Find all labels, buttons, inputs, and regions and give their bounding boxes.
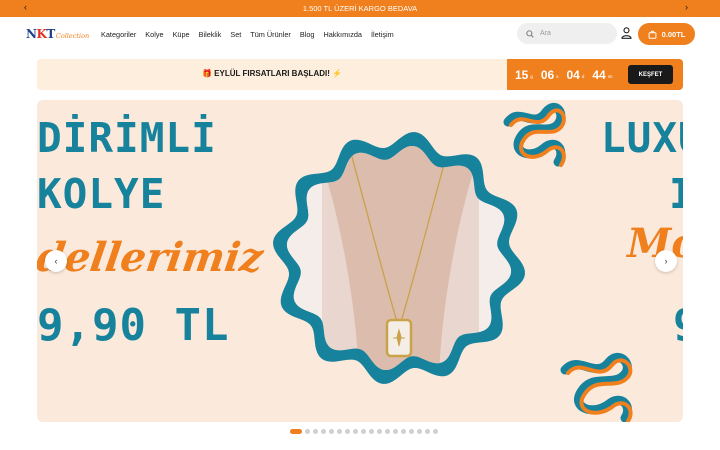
hero-right-line4: 9 (673, 300, 683, 351)
hero-right-line2: I (669, 170, 683, 218)
carousel-dot[interactable] (361, 429, 366, 434)
cart-total: 0.00TL (661, 29, 686, 39)
chevron-right-icon: › (664, 256, 668, 266)
carousel-dot[interactable] (329, 429, 334, 434)
carousel-dot[interactable] (305, 429, 310, 434)
countdown-hours: 06 (540, 67, 555, 82)
carousel-dot[interactable] (433, 429, 438, 434)
chevron-left-icon: ‹ (54, 256, 58, 266)
nav-item-iletisim[interactable]: İletişim (371, 30, 394, 39)
nav-item-blog[interactable]: Blog (300, 30, 315, 39)
hero-left-line2: KOLYE (37, 170, 166, 218)
nav-item-bileklik[interactable]: Bileklik (199, 30, 222, 39)
carousel-dot[interactable] (417, 429, 422, 434)
hero-left-price: 9,90 TL (37, 300, 230, 351)
announcement-text: 1.500 TL ÜZERİ KARGO BEDAVA (302, 4, 418, 13)
nav-item-hakkimizda[interactable]: Hakkımızda (323, 30, 362, 39)
hero-left-script: dellerimiz (37, 234, 267, 281)
search-placeholder: Ara (540, 30, 551, 37)
chevron-right-icon[interactable]: › (685, 2, 688, 12)
carousel-dot[interactable] (425, 429, 430, 434)
nav-item-kategoriler[interactable]: Kategoriler (101, 30, 136, 39)
hero-prev-button[interactable]: ‹ (45, 250, 67, 272)
shopping-bag-icon (648, 30, 657, 39)
carousel-dot[interactable] (345, 429, 350, 434)
search-input[interactable]: Ara (517, 23, 617, 44)
main-nav: Kategoriler Kolye Küpe Bileklik Set Tüm … (101, 30, 403, 39)
search-icon (526, 29, 534, 38)
carousel-dot[interactable] (337, 429, 342, 434)
carousel-dot[interactable] (313, 429, 318, 434)
carousel-dot[interactable] (353, 429, 358, 434)
carousel-dot[interactable] (290, 429, 302, 434)
decorative-swirl-bottom (560, 352, 633, 422)
brand-logo[interactable]: NKT Collection (26, 27, 89, 41)
carousel-dot[interactable] (369, 429, 374, 434)
nav-item-tum-urunler[interactable]: Tüm Ürünler (250, 30, 291, 39)
user-icon[interactable] (621, 27, 632, 39)
carousel-dot[interactable] (401, 429, 406, 434)
carousel-dot[interactable] (393, 429, 398, 434)
carousel-dot[interactable] (321, 429, 326, 434)
nav-item-kolye[interactable]: Kolye (145, 30, 163, 39)
promo-headline: 🎁 EYLÜL FIRSATLARI BAŞLADI! ⚡ (202, 69, 343, 78)
countdown-minutes: 04 (566, 67, 580, 82)
discover-button[interactable]: KEŞFET (628, 65, 673, 84)
hero-right-line1: LUXU (601, 114, 683, 162)
countdown-days: 15 (515, 67, 529, 82)
carousel-dot[interactable] (409, 429, 414, 434)
carousel-dots (290, 429, 438, 434)
countdown-seconds: 44 (592, 67, 606, 82)
countdown-timer: 15 g 06 s 04 d 44 sn KEŞFET (507, 59, 683, 90)
product-photo-frame (273, 132, 525, 384)
hero-left-line1: DİRİMLİ (37, 114, 217, 162)
carousel-dot[interactable] (377, 429, 382, 434)
carousel-dot[interactable] (385, 429, 390, 434)
promo-banner: 🎁 EYLÜL FIRSATLARI BAŞLADI! ⚡ 15 g 06 s 04… (37, 59, 683, 90)
hero-next-button[interactable]: › (655, 250, 677, 272)
chevron-left-icon[interactable]: ‹ (24, 2, 27, 12)
nav-item-kupe[interactable]: Küpe (173, 30, 190, 39)
announcement-bar: ‹ 1.500 TL ÜZERİ KARGO BEDAVA › (0, 0, 720, 17)
nav-item-set[interactable]: Set (230, 30, 241, 39)
cart-button[interactable]: 0.00TL (638, 23, 695, 45)
hero-slider: DİRİMLİ KOLYE dellerimiz 9,90 TL LUXU I … (37, 100, 683, 422)
